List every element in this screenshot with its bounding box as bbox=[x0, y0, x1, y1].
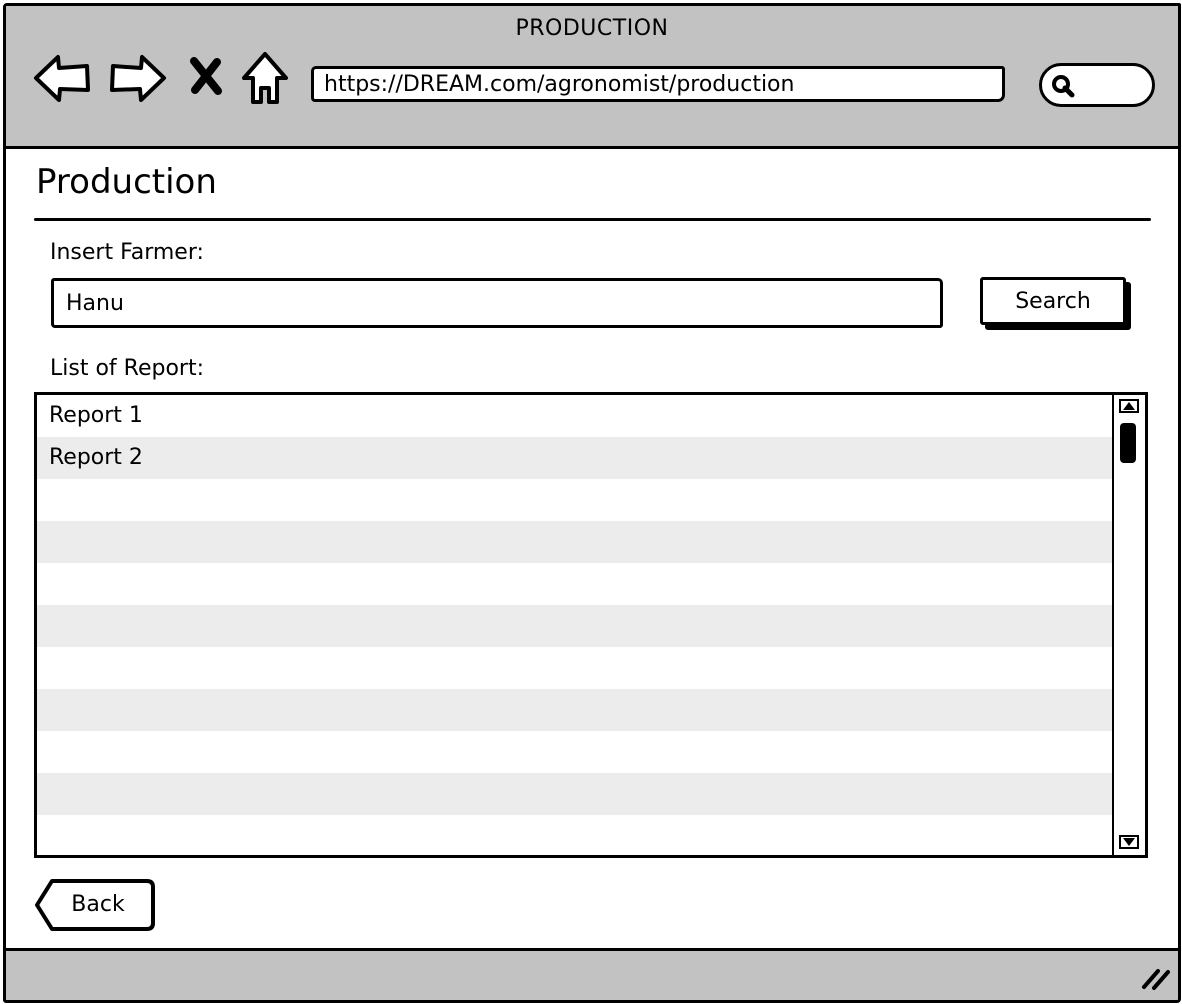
url-text: https://DREAM.com/agronomist/production bbox=[324, 71, 795, 97]
browser-search-box[interactable] bbox=[1039, 63, 1155, 107]
report-list[interactable]: Report 1 Report 2 bbox=[34, 392, 1148, 858]
search-button[interactable]: Search bbox=[980, 277, 1126, 325]
list-scrollbar[interactable] bbox=[1112, 395, 1145, 855]
status-bar bbox=[6, 948, 1178, 1000]
back-arrow-icon[interactable] bbox=[32, 52, 92, 104]
page-title: Production bbox=[36, 162, 217, 202]
scroll-down-button[interactable] bbox=[1119, 835, 1139, 849]
scroll-up-button[interactable] bbox=[1119, 399, 1139, 413]
browser-titlebar: PRODUCTION https://DREAM.com/agronomist/… bbox=[6, 6, 1178, 149]
list-item-empty bbox=[37, 773, 1116, 815]
window-title: PRODUCTION bbox=[515, 16, 669, 41]
list-item-empty bbox=[37, 689, 1116, 731]
list-item-empty bbox=[37, 479, 1116, 521]
scroll-thumb[interactable] bbox=[1120, 423, 1136, 463]
close-x-icon[interactable] bbox=[186, 56, 226, 96]
scroll-up-icon bbox=[1123, 402, 1135, 410]
url-bar[interactable]: https://DREAM.com/agronomist/production bbox=[311, 66, 1005, 102]
list-item-empty bbox=[37, 521, 1116, 563]
scroll-down-icon bbox=[1123, 838, 1135, 846]
browser-window: PRODUCTION https://DREAM.com/agronomist/… bbox=[3, 3, 1181, 1003]
list-item-empty bbox=[37, 563, 1116, 605]
list-item[interactable]: Report 2 bbox=[37, 437, 1116, 479]
list-item-empty bbox=[37, 605, 1116, 647]
title-divider bbox=[34, 218, 1151, 221]
farmer-input[interactable] bbox=[51, 278, 943, 328]
search-icon bbox=[1052, 75, 1075, 98]
report-list-label: List of Report: bbox=[50, 356, 204, 381]
resize-grip-icon[interactable] bbox=[1140, 965, 1172, 991]
list-item-empty bbox=[37, 731, 1116, 773]
home-icon[interactable] bbox=[239, 50, 291, 106]
back-button[interactable]: Back bbox=[34, 878, 154, 930]
list-item-empty bbox=[37, 647, 1116, 689]
list-item[interactable]: Report 1 bbox=[37, 395, 1116, 437]
list-item-empty bbox=[37, 815, 1116, 855]
farmer-label: Insert Farmer: bbox=[50, 240, 204, 265]
forward-arrow-icon[interactable] bbox=[108, 52, 168, 104]
